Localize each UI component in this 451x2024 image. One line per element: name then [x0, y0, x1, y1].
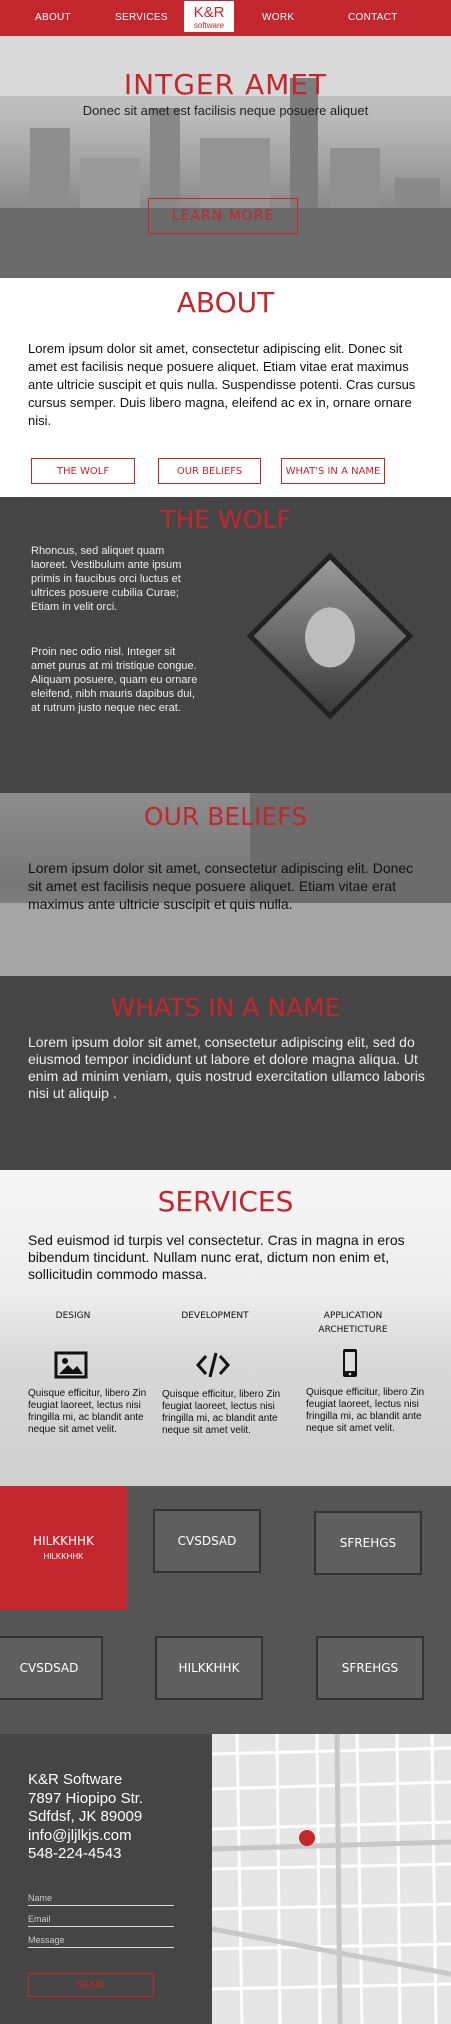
location-map[interactable]: [212, 1734, 451, 2024]
nav-link-services[interactable]: SERVICES: [115, 12, 168, 23]
work-tile[interactable]: SFREHGS: [316, 1636, 424, 1700]
service-title-design: DESIGN: [55, 1311, 91, 1321]
whats-in-a-name-text: Lorem ipsum dolor sit amet, consectetur …: [28, 1034, 425, 1101]
logo-main: K&R: [193, 4, 225, 21]
work-tile[interactable]: CVSDSAD: [153, 1509, 261, 1573]
beliefs-title: OUR BELIEFS: [143, 802, 308, 831]
service-title-development: DEVELOPMENT: [181, 1311, 249, 1321]
contact-email[interactable]: info@jljlkjs.com: [28, 1827, 132, 1845]
phone-icon: [343, 1349, 357, 1377]
email-field[interactable]: [28, 1912, 174, 1927]
message-field[interactable]: [28, 1933, 174, 1948]
work-featured-tile[interactable]: HILKKHHK HILKKHHK: [0, 1486, 127, 1610]
logo-sub: software: [193, 21, 225, 30]
work-tile[interactable]: SFREHGS: [314, 1511, 422, 1575]
nav-link-contact[interactable]: CONTACT: [348, 12, 398, 23]
service-text-design: Quisque efficitur, libero Zin feugiat la…: [28, 1388, 147, 1435]
service-text-development: Quisque efficitur, libero Zin feugiat la…: [162, 1389, 281, 1436]
code-icon: [196, 1352, 230, 1378]
top-navigation: ABOUT SERVICES K&R software WORK CONTACT: [0, 0, 451, 36]
send-button[interactable]: SEND: [28, 1973, 154, 1997]
image-icon: [54, 1351, 88, 1379]
work-tile[interactable]: HILKKHHK: [155, 1636, 263, 1700]
nav-link-work[interactable]: WORK: [262, 12, 294, 23]
service-text-architecture: Quisque efficitur, libero Zin feugiat la…: [306, 1387, 425, 1434]
background-desk: [0, 903, 451, 976]
services-title: SERVICES: [157, 1185, 294, 1218]
wolf-paragraph-2: Proin nec odio nisl. Integer sit amet pu…: [31, 646, 198, 714]
nav-link-about[interactable]: ABOUT: [35, 12, 71, 23]
the-wolf-button[interactable]: THE WOLF: [31, 458, 135, 484]
logo[interactable]: K&R software: [183, 0, 235, 33]
work-featured-subtitle: HILKKHHK: [43, 1552, 84, 1561]
map-pin-icon[interactable]: [299, 1830, 315, 1846]
hero-subtitle: Donec sit amet est facilisis neque posue…: [82, 103, 369, 118]
work-featured-title: HILKKHHK: [33, 1534, 94, 1548]
our-beliefs-button[interactable]: OUR BELIEFS: [158, 458, 261, 484]
name-field[interactable]: [28, 1891, 174, 1906]
wolf-paragraph-1: Rhoncus, sed aliquet quam laoreet. Vesti…: [31, 545, 182, 613]
contact-phone[interactable]: 548-224-4543: [28, 1845, 121, 1863]
learn-more-button[interactable]: LEARN MORE: [148, 198, 298, 234]
address-street: 7897 Hiopipo Str.: [28, 1790, 144, 1807]
services-text: Sed euismod id turpis vel consectetur. C…: [28, 1232, 405, 1282]
hero-title: INTGER AMET: [123, 68, 328, 101]
whats-in-a-name-button[interactable]: WHAT'S IN A NAME: [281, 458, 385, 484]
portrait-face: [305, 607, 355, 668]
company-name: K&R Software: [28, 1771, 123, 1788]
address-city: Sdfdsf, JK 89009: [28, 1808, 143, 1825]
whats-in-a-name-title: WHATS IN A NAME: [110, 993, 341, 1022]
beliefs-text: Lorem ipsum dolor sit amet, consectetur …: [28, 860, 414, 912]
wolf-title: THE WOLF: [160, 505, 291, 534]
service-title-architecture: APPLICATION ARCHETICTURE: [318, 1311, 388, 1335]
work-tile[interactable]: CVSDSAD: [0, 1636, 103, 1700]
map-streets: [212, 1734, 451, 2024]
about-title: ABOUT: [176, 286, 275, 319]
about-text: Lorem ipsum dolor sit amet, consectetur …: [28, 341, 416, 428]
